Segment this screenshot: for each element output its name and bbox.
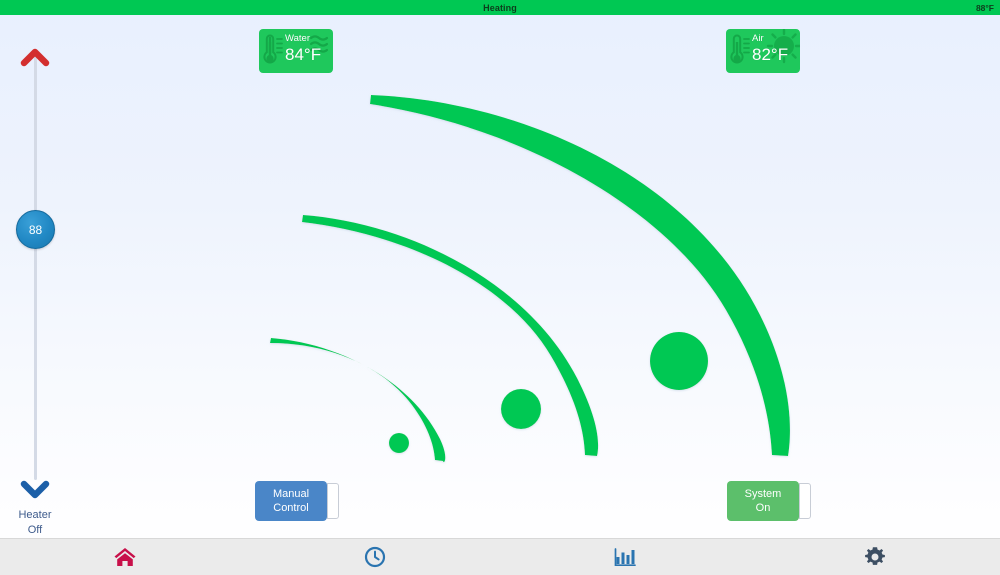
top-status-bar: Heating 88°F [0,0,1000,15]
slider-thumb[interactable]: 88 [16,210,55,249]
manual-control-line1: Manual [272,488,310,500]
chevron-down-icon[interactable] [20,478,50,500]
nav-item-home[interactable] [0,539,250,575]
system-power-line1: System [744,488,782,500]
outdoor-temperature: 88°F [975,2,994,13]
chevron-up-icon[interactable] [20,46,50,68]
manual-control-handle[interactable] [327,483,339,519]
bottom-navigation-bar [0,538,1000,575]
large-jet-nozzle [650,332,708,390]
medium-jet-nozzle [501,389,541,429]
manual-control-button[interactable]: Manual Control [255,481,339,521]
gear-icon [865,547,885,565]
medium-jet-arc [302,215,599,456]
manual-control-line2: Control [273,502,309,514]
water-jet-arcs [270,95,790,463]
heater-status: Heater Off [0,508,70,538]
heating-screen: Heating 88°F Water 84°F Air 82°F 88 Heat… [0,0,1000,575]
manual-control-label: Manual Control [273,487,309,515]
system-power-line2: On [755,502,771,514]
heater-status-value: Off [27,524,43,536]
system-power-button[interactable]: System On [727,481,811,521]
system-power-label: System On [745,487,782,515]
home-icon [114,548,136,566]
clock-icon [364,546,386,568]
slider-value: 88 [28,222,43,237]
nav-item-settings[interactable] [750,539,1000,575]
heater-status-title: Heater [18,509,52,521]
system-power-handle[interactable] [799,483,811,519]
temperature-slider[interactable]: 88 Heater Off [0,20,70,536]
nav-item-schedule[interactable] [250,539,500,575]
page-title: Heating [483,2,517,13]
slider-track[interactable] [34,50,37,480]
bar-chart-icon [614,548,636,567]
nav-item-stats[interactable] [500,539,750,575]
small-jet-arc [270,338,446,463]
small-jet-nozzle [389,433,409,453]
